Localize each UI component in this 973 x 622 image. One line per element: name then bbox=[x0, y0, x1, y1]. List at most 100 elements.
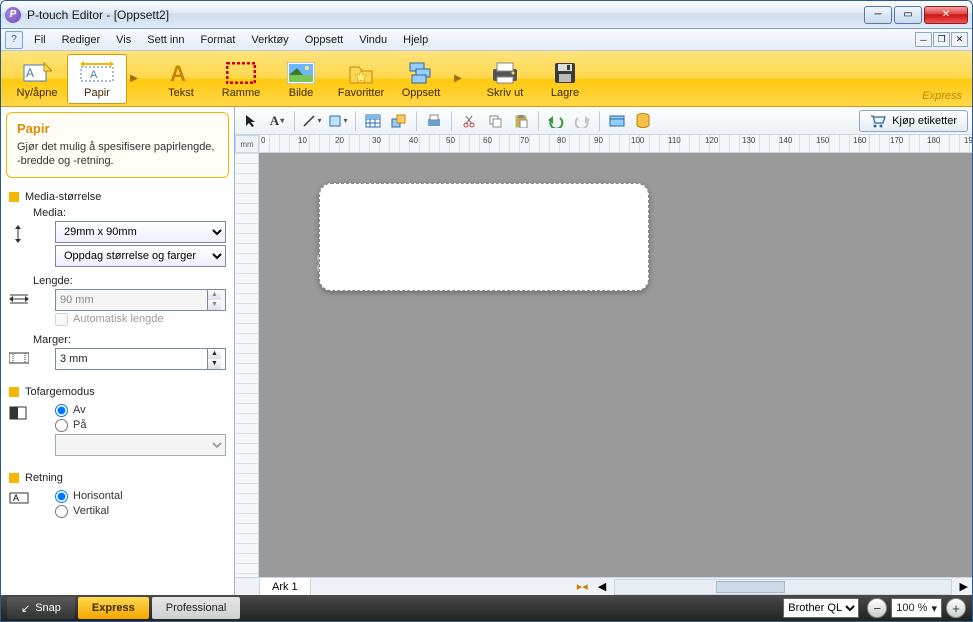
margins-input[interactable]: 3 mm▲▼ bbox=[55, 348, 226, 370]
length-icon bbox=[9, 293, 29, 311]
undo-tool[interactable] bbox=[544, 110, 568, 132]
app-icon: P bbox=[5, 7, 21, 23]
text-icon: A bbox=[169, 59, 193, 87]
arrange-tool[interactable] bbox=[387, 110, 411, 132]
horizontal-ruler: 0102030405060708090100110120130140150160… bbox=[259, 135, 972, 153]
menu-view[interactable]: Vis bbox=[108, 32, 139, 48]
zoom-in-button[interactable]: + bbox=[946, 598, 966, 618]
design-canvas[interactable]: 29mm x 90mm bbox=[259, 153, 972, 577]
paste-tool[interactable] bbox=[509, 110, 533, 132]
menu-edit[interactable]: Rediger bbox=[54, 32, 109, 48]
line-tool[interactable] bbox=[300, 110, 324, 132]
new-file-icon: A bbox=[22, 59, 52, 87]
media-select[interactable]: 29mm x 90mm bbox=[55, 221, 226, 243]
table-tool[interactable] bbox=[361, 110, 385, 132]
mode-professional[interactable]: Professional bbox=[152, 597, 241, 619]
database-tool[interactable] bbox=[631, 110, 655, 132]
menu-format[interactable]: Format bbox=[193, 32, 244, 48]
minimize-button[interactable]: ─ bbox=[864, 6, 892, 24]
buy-labels-button[interactable]: Kjøp etiketter bbox=[859, 110, 968, 132]
edit-toolbar: A Kjøp e bbox=[235, 107, 972, 135]
ribbon-frame[interactable]: Ramme bbox=[211, 54, 271, 104]
mode-express[interactable]: Express bbox=[78, 597, 149, 619]
menu-tools[interactable]: Verktøy bbox=[243, 32, 296, 48]
redo-tool[interactable] bbox=[570, 110, 594, 132]
menu-bar: ? Fil Rediger Vis Sett inn Format Verktø… bbox=[1, 29, 972, 51]
pointer-tool[interactable] bbox=[239, 110, 263, 132]
svg-text:A: A bbox=[13, 493, 19, 503]
ribbon-paper[interactable]: A Papir bbox=[67, 54, 127, 104]
print-icon bbox=[491, 59, 519, 87]
copy-tool[interactable] bbox=[483, 110, 507, 132]
maximize-button[interactable]: ▭ bbox=[894, 6, 922, 24]
text-tool[interactable]: A bbox=[265, 110, 289, 132]
section-twocolor: Tofargemodus bbox=[9, 382, 226, 402]
length-input[interactable]: 90 mm▲▼ bbox=[55, 289, 226, 311]
margins-icon bbox=[9, 352, 29, 370]
layout-icon bbox=[408, 59, 434, 87]
status-bar: ↙Snap Express Professional Brother QL − … bbox=[1, 595, 972, 621]
close-button[interactable]: ✕ bbox=[924, 6, 968, 24]
ribbon-new-open[interactable]: A Ny/åpne bbox=[7, 54, 67, 104]
orientation-horizontal-radio[interactable]: Horisontal bbox=[55, 490, 226, 503]
ruler-unit: mm bbox=[235, 135, 259, 153]
orientation-icon: A bbox=[9, 490, 29, 508]
sheet-options-icon[interactable]: ▸◂ bbox=[577, 580, 588, 593]
length-label: Lengde: bbox=[33, 275, 226, 287]
ribbon-layout[interactable]: Oppsett bbox=[391, 54, 451, 104]
frame-icon bbox=[226, 59, 256, 87]
menu-layout[interactable]: Oppsett bbox=[297, 32, 352, 48]
mdi-restore-button[interactable]: ❐ bbox=[933, 32, 950, 47]
save-icon bbox=[553, 59, 577, 87]
scroll-right-icon[interactable]: ▶ bbox=[960, 580, 968, 593]
printer-select[interactable]: Brother QL bbox=[783, 598, 859, 618]
shape-tool[interactable] bbox=[326, 110, 350, 132]
menu-help[interactable]: Hjelp bbox=[395, 32, 436, 48]
menu-window[interactable]: Vindu bbox=[351, 32, 395, 48]
twocolor-icon bbox=[9, 406, 29, 424]
zoom-select[interactable]: 100 % ▾ bbox=[891, 598, 942, 618]
cut-tool[interactable] bbox=[457, 110, 481, 132]
scroll-left-icon[interactable]: ◀ bbox=[598, 580, 606, 593]
cart-icon bbox=[870, 114, 886, 128]
twocolor-off-radio[interactable]: Av bbox=[55, 404, 226, 417]
snap-icon: ↙ bbox=[21, 602, 30, 615]
mdi-minimize-button[interactable]: ─ bbox=[915, 32, 932, 47]
svg-text:A: A bbox=[90, 69, 98, 81]
ribbon-group2-expand[interactable]: ▶ bbox=[451, 54, 465, 104]
zoom-out-button[interactable]: − bbox=[867, 598, 887, 618]
vertical-ruler bbox=[235, 153, 259, 577]
label-preview[interactable] bbox=[319, 183, 649, 291]
horizontal-scrollbar[interactable] bbox=[614, 579, 951, 595]
sheet-tab[interactable]: Ark 1 bbox=[259, 578, 311, 596]
title-bar: P P-touch Editor - [Oppsett2] ─ ▭ ✕ bbox=[1, 1, 972, 29]
tip-box: Papir Gjør det mulig å spesifisere papir… bbox=[6, 112, 229, 178]
ribbon-mode-label: Express bbox=[922, 90, 962, 102]
ribbon-text[interactable]: A Tekst bbox=[151, 54, 211, 104]
ribbon-save[interactable]: Lagre bbox=[535, 54, 595, 104]
window-title: P-touch Editor - [Oppsett2] bbox=[27, 8, 864, 22]
tip-body: Gjør det mulig å spesifisere papirlengde… bbox=[17, 140, 218, 169]
auto-length-checkbox[interactable]: Automatisk lengde bbox=[55, 313, 226, 326]
favorites-icon bbox=[348, 59, 374, 87]
menu-file[interactable]: Fil bbox=[26, 32, 54, 48]
section-orientation: Retning bbox=[9, 468, 226, 488]
orientation-vertical-radio[interactable]: Vertikal bbox=[55, 505, 226, 518]
ribbon-favorites[interactable]: Favoritter bbox=[331, 54, 391, 104]
margins-label: Marger: bbox=[33, 334, 226, 346]
mode-snap[interactable]: ↙Snap bbox=[7, 597, 75, 619]
svg-text:A: A bbox=[26, 66, 34, 80]
media-size-icon bbox=[9, 225, 29, 243]
ribbon-group1-expand[interactable]: ▶ bbox=[127, 54, 141, 104]
detect-select[interactable]: Oppdag størrelse og farger bbox=[55, 245, 226, 267]
twocolor-on-radio[interactable]: På bbox=[55, 419, 226, 432]
canvas-area: A Kjøp e bbox=[235, 107, 972, 595]
screen-tool[interactable] bbox=[605, 110, 629, 132]
svg-text:A: A bbox=[170, 61, 186, 85]
print-tool[interactable] bbox=[422, 110, 446, 132]
help-icon[interactable]: ? bbox=[5, 31, 23, 49]
mdi-close-button[interactable]: ✕ bbox=[951, 32, 968, 47]
ribbon-print[interactable]: Skriv ut bbox=[475, 54, 535, 104]
menu-insert[interactable]: Sett inn bbox=[139, 32, 192, 48]
ribbon-image[interactable]: Bilde bbox=[271, 54, 331, 104]
